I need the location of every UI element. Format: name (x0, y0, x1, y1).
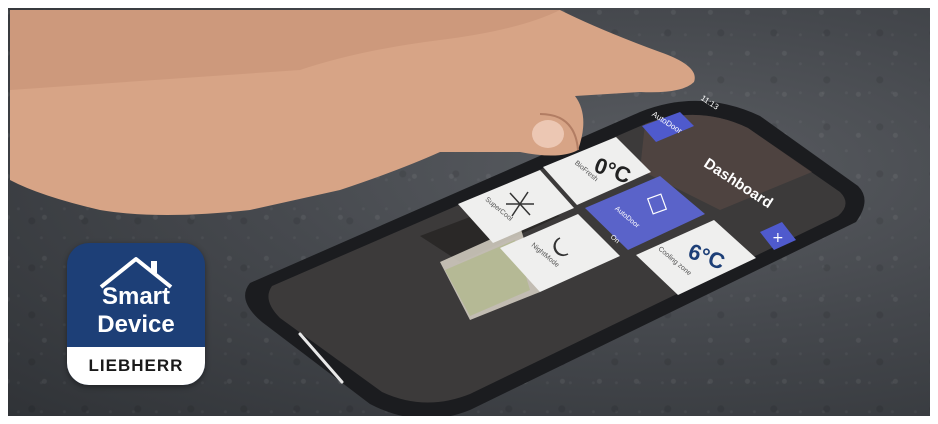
fingernail (532, 120, 564, 148)
add-icon: + (772, 230, 784, 246)
app-icon-line2: Device (97, 311, 175, 338)
photo-scene: + 11:13 AutoDoor Dashboard 0°C BioFresh (0, 0, 938, 424)
smart-device-app-icon: Smart Device LIEBHERR (67, 243, 205, 385)
app-icon-line1: Smart (101, 283, 171, 310)
brand-bar: LIEBHERR (67, 347, 205, 385)
brand-name: LIEBHERR (88, 356, 184, 375)
